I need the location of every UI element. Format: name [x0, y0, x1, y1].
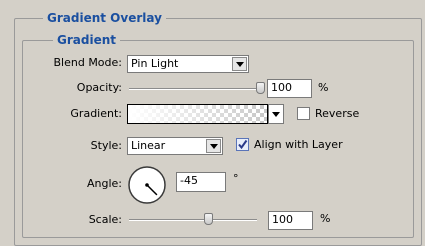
angle-degree-unit: °	[233, 172, 239, 185]
blend-mode-value: Pin Light	[131, 57, 179, 70]
scale-slider-thumb[interactable]	[204, 213, 213, 225]
reverse-label[interactable]: Reverse	[315, 107, 359, 120]
align-with-layer-label[interactable]: Align with Layer	[254, 138, 343, 151]
scale-unit: %	[320, 212, 331, 225]
style-value: Linear	[131, 139, 166, 152]
opacity-slider-thumb[interactable]	[256, 82, 265, 94]
gradient-overlay-title: Gradient Overlay	[43, 11, 166, 25]
chevron-down-icon[interactable]	[206, 139, 221, 153]
gradient-section-title: Gradient	[53, 33, 120, 47]
angle-label: Angle:	[86, 177, 122, 190]
style-label: Style:	[90, 139, 122, 152]
blend-mode-label: Blend Mode:	[53, 56, 123, 69]
scale-input[interactable]: 100	[268, 211, 313, 230]
chevron-down-icon[interactable]	[232, 57, 247, 71]
blend-mode-select[interactable]: Pin Light	[127, 55, 249, 73]
gradient-label: Gradient:	[70, 107, 122, 120]
angle-dial[interactable]	[127, 165, 167, 205]
checkmark-icon	[238, 139, 248, 150]
opacity-unit: %	[318, 81, 329, 94]
opacity-label: Opacity:	[76, 81, 122, 94]
scale-slider-track[interactable]	[129, 219, 257, 221]
opacity-input[interactable]: 100	[267, 79, 312, 98]
align-with-layer-checkbox[interactable]	[236, 138, 249, 151]
scale-label: Scale:	[88, 213, 122, 226]
opacity-slider-track[interactable]	[129, 88, 261, 90]
chevron-down-icon	[269, 105, 283, 123]
angle-input[interactable]: -45	[176, 172, 226, 192]
style-select[interactable]: Linear	[127, 137, 223, 155]
reverse-checkbox[interactable]	[297, 107, 310, 120]
gradient-picker-dropdown[interactable]	[268, 104, 284, 124]
gradient-preview[interactable]	[127, 104, 268, 124]
